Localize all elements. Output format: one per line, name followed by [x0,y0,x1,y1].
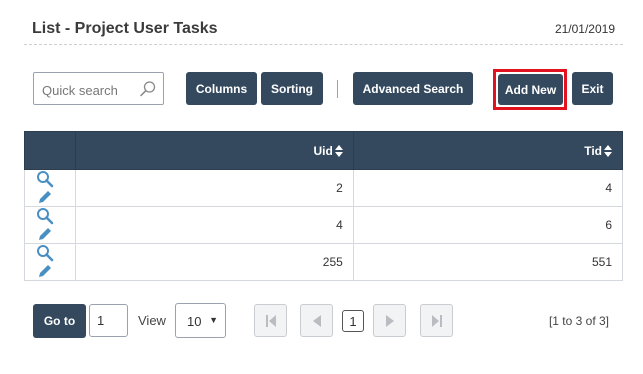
row-actions [24,243,76,281]
next-page-icon [385,314,394,327]
last-page-button[interactable] [420,304,453,337]
column-header-tid[interactable]: Tid [352,131,624,170]
last-page-icon [431,314,442,327]
search-icon[interactable] [36,170,54,188]
previous-page-button[interactable] [300,304,333,337]
search-icon[interactable] [139,80,157,98]
sort-icon[interactable] [334,144,343,157]
search-icon[interactable] [36,207,54,225]
row-actions [24,169,76,207]
go-to-page-input[interactable]: 1 [89,304,128,337]
cell-tid: 6 [352,206,624,244]
advanced-search-button[interactable]: Advanced Search [353,72,473,105]
current-page-indicator[interactable]: 1 [342,310,364,332]
page-title: List - Project User Tasks [32,20,218,37]
cell-tid: 551 [352,243,624,281]
columns-button[interactable]: Columns [186,72,257,105]
cell-tid: 4 [352,169,624,207]
exit-button[interactable]: Exit [572,72,613,105]
column-header-label: Uid [313,143,333,158]
caret-down-icon: ▼ [209,315,218,325]
rows-per-page-select[interactable]: 10 ▼ [175,303,226,338]
go-to-button[interactable]: Go to [33,304,86,338]
edit-icon[interactable] [36,188,54,206]
table-row: 4 6 [24,206,624,244]
edit-icon[interactable] [36,225,54,243]
column-header-label: Tid [584,143,602,158]
cell-uid: 255 [75,243,354,281]
quick-search-input[interactable] [40,79,144,101]
table-row: 2 4 [24,169,624,207]
next-page-button[interactable] [373,304,406,337]
first-page-button[interactable] [254,304,287,337]
cell-uid: 4 [75,206,354,244]
first-page-icon [265,314,276,327]
column-header-uid[interactable]: Uid [75,131,354,170]
sort-icon[interactable] [604,144,612,157]
page-header: List - Project User Tasks 21/01/2019 [24,10,623,45]
tasks-table: Uid Tid 2 4 4 6 255 551 [24,131,624,281]
search-icon[interactable] [36,244,54,262]
previous-page-icon [312,314,321,327]
cell-uid: 2 [75,169,354,207]
toolbar-divider [337,80,338,98]
table-header-row: Uid Tid [24,131,624,170]
pagination-info: [1 to 3 of 3] [548,314,609,328]
add-new-button[interactable]: Add New [498,74,563,105]
table-row: 255 551 [24,243,624,281]
sorting-button[interactable]: Sorting [261,72,323,105]
edit-icon[interactable] [36,262,54,280]
view-label: View [138,313,166,328]
page-date: 21/01/2019 [554,22,615,36]
rows-per-page-value: 10 [187,314,202,329]
quick-search-box[interactable] [33,72,164,105]
actions-header [24,131,76,170]
row-actions [24,206,76,244]
